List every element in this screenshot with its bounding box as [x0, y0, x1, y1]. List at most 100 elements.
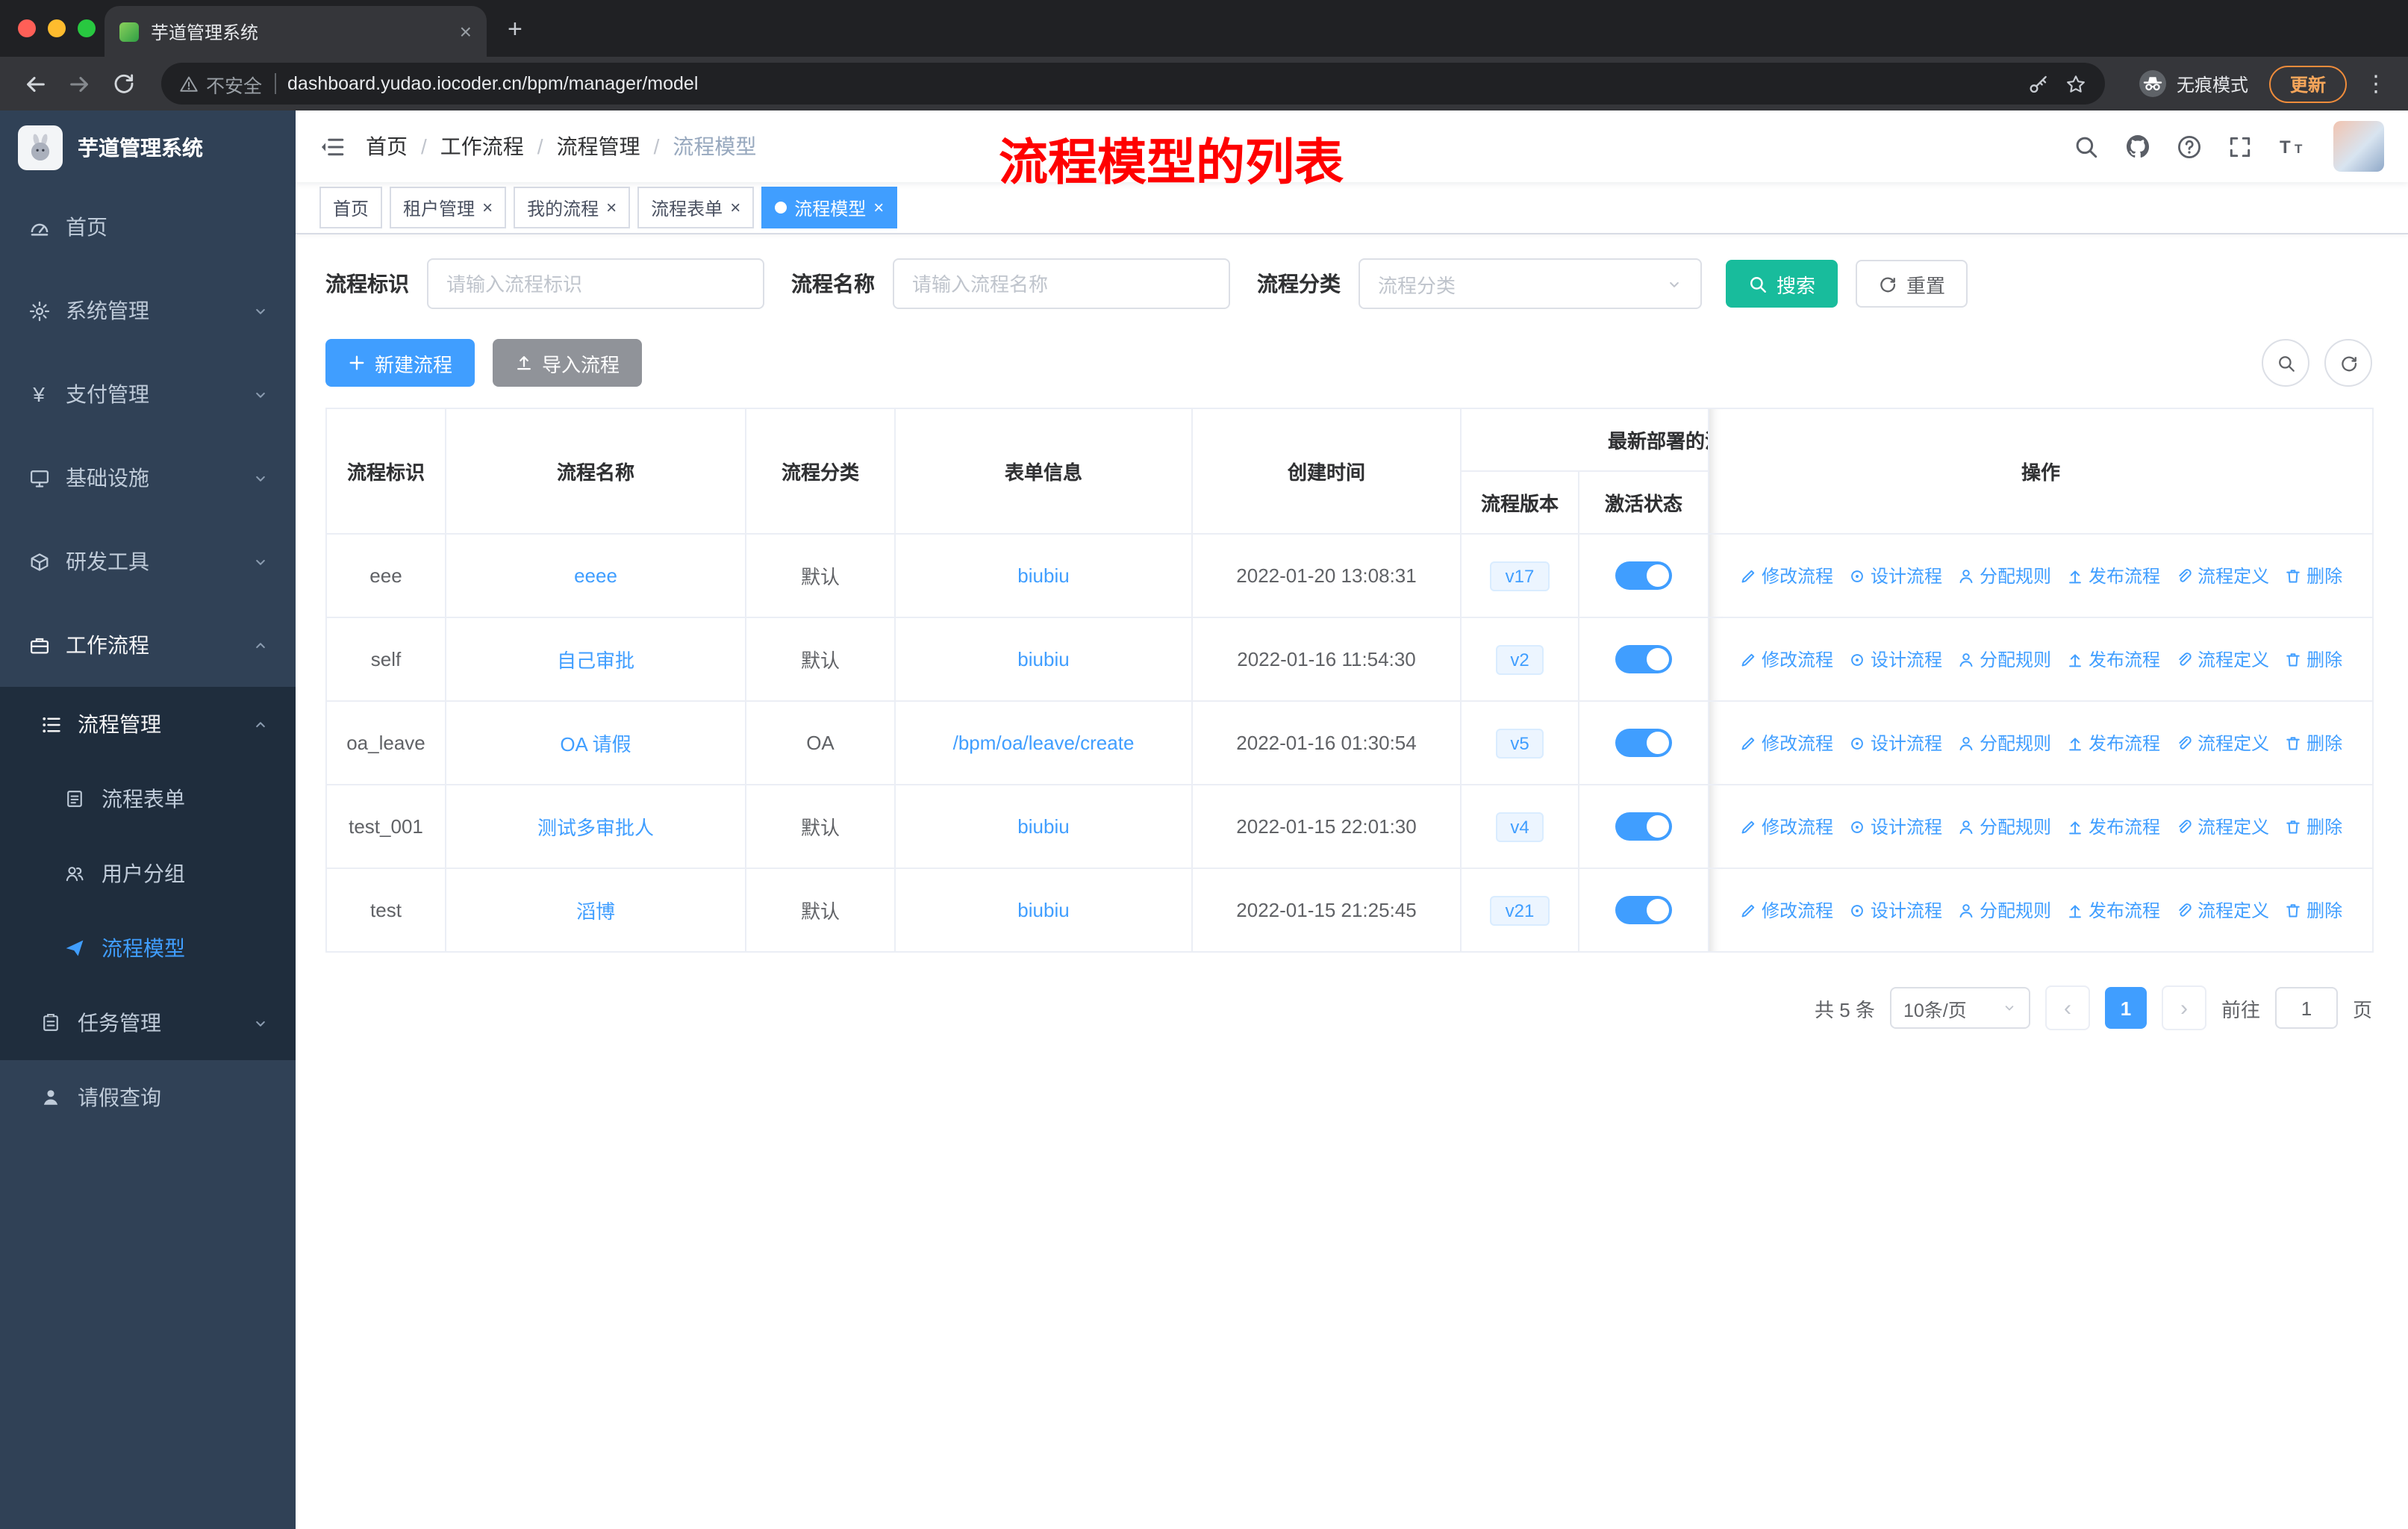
process-key-input[interactable] — [427, 258, 764, 309]
action-delete-link[interactable]: 删除 — [2284, 730, 2342, 756]
browser-menu-icon[interactable]: ⋮ — [2365, 70, 2387, 97]
tag-process-form[interactable]: 流程表单 × — [637, 187, 755, 228]
process-name-input[interactable] — [893, 258, 1230, 309]
sidebar-item-process-form[interactable]: 流程表单 — [0, 762, 296, 836]
action-modify-link[interactable]: 修改流程 — [1739, 730, 1833, 756]
action-publish-link[interactable]: 发布流程 — [2066, 730, 2160, 756]
search-button[interactable]: 搜索 — [1726, 260, 1838, 308]
sidebar-item-devtools[interactable]: 研发工具 — [0, 520, 296, 603]
sidebar-item-process-mgmt[interactable]: 流程管理 — [0, 687, 296, 762]
forward-icon[interactable] — [60, 64, 99, 103]
form-info-link[interactable]: biubiu — [1017, 564, 1069, 587]
action-delete-link[interactable]: 删除 — [2284, 814, 2342, 839]
fullscreen-icon[interactable] — [2227, 134, 2253, 159]
active-toggle[interactable] — [1615, 896, 1672, 924]
security-chip[interactable]: 不安全 — [179, 69, 262, 98]
password-key-icon[interactable] — [2027, 72, 2050, 95]
action-definition-link[interactable]: 流程定义 — [2175, 647, 2269, 672]
action-assign-link[interactable]: 分配规则 — [1957, 563, 2051, 588]
reset-button[interactable]: 重置 — [1856, 260, 1968, 308]
reload-icon[interactable] — [105, 64, 143, 103]
sidebar-item-home[interactable]: 首页 — [0, 185, 296, 269]
form-info-link[interactable]: /bpm/oa/leave/create — [953, 732, 1135, 754]
browser-tab[interactable]: 芋道管理系统 × — [105, 6, 487, 57]
process-category-select[interactable]: 流程分类 — [1359, 258, 1702, 309]
sidebar-item-infrastructure[interactable]: 基础设施 — [0, 436, 296, 520]
github-icon[interactable] — [2124, 133, 2151, 160]
sidebar-item-leave-query[interactable]: 请假查询 — [0, 1060, 296, 1135]
action-assign-link[interactable]: 分配规则 — [1957, 730, 2051, 756]
font-size-icon[interactable]: TT — [2278, 134, 2308, 158]
action-modify-link[interactable]: 修改流程 — [1739, 563, 1833, 588]
action-delete-link[interactable]: 删除 — [2284, 647, 2342, 672]
process-name-link[interactable]: 自己审批 — [557, 650, 634, 672]
form-info-link[interactable]: biubiu — [1017, 815, 1069, 838]
action-modify-link[interactable]: 修改流程 — [1739, 647, 1833, 672]
action-definition-link[interactable]: 流程定义 — [2175, 730, 2269, 756]
minimize-window-button[interactable] — [48, 19, 66, 37]
action-definition-link[interactable]: 流程定义 — [2175, 897, 2269, 923]
goto-page-input[interactable] — [2274, 987, 2338, 1029]
action-modify-link[interactable]: 修改流程 — [1739, 897, 1833, 923]
action-delete-link[interactable]: 删除 — [2284, 897, 2342, 923]
sidebar-item-payment[interactable]: ¥ 支付管理 — [0, 352, 296, 436]
address-bar[interactable]: 不安全 dashboard.yudao.iocoder.cn/bpm/manag… — [161, 63, 2105, 105]
action-design-link[interactable]: 设计流程 — [1848, 730, 1942, 756]
bookmark-star-icon[interactable] — [2065, 72, 2087, 95]
tag-close-icon[interactable]: × — [730, 199, 740, 217]
action-design-link[interactable]: 设计流程 — [1848, 814, 1942, 839]
action-assign-link[interactable]: 分配规则 — [1957, 897, 2051, 923]
new-tab-button[interactable]: + — [508, 15, 523, 45]
active-toggle[interactable] — [1615, 729, 1672, 757]
import-process-button[interactable]: 导入流程 — [493, 339, 643, 387]
tag-close-icon[interactable]: × — [873, 199, 884, 217]
breadcrumb-home[interactable]: 首页 — [366, 131, 408, 161]
action-delete-link[interactable]: 删除 — [2284, 563, 2342, 588]
app-logo[interactable]: 芋道管理系统 — [0, 110, 296, 185]
action-publish-link[interactable]: 发布流程 — [2066, 563, 2160, 588]
process-name-link[interactable]: 测试多审批人 — [537, 817, 654, 839]
sidebar-fold-icon[interactable] — [319, 134, 345, 159]
action-design-link[interactable]: 设计流程 — [1848, 647, 1942, 672]
form-info-link[interactable]: biubiu — [1017, 648, 1069, 670]
action-definition-link[interactable]: 流程定义 — [2175, 563, 2269, 588]
tag-close-icon[interactable]: × — [606, 199, 617, 217]
tab-close-icon[interactable]: × — [460, 21, 472, 42]
tag-home[interactable]: 首页 — [319, 187, 383, 228]
refresh-table-button[interactable] — [2324, 339, 2372, 387]
process-name-link[interactable]: eeee — [574, 564, 617, 587]
sidebar-item-workflow[interactable]: 工作流程 — [0, 603, 296, 687]
process-name-link[interactable]: OA 请假 — [560, 733, 631, 756]
header-search-icon[interactable] — [2074, 134, 2099, 159]
sidebar-item-system[interactable]: 系统管理 — [0, 269, 296, 352]
show-search-button[interactable] — [2262, 339, 2309, 387]
tag-process-model[interactable]: 流程模型 × — [761, 187, 898, 228]
action-design-link[interactable]: 设计流程 — [1848, 563, 1942, 588]
action-definition-link[interactable]: 流程定义 — [2175, 814, 2269, 839]
action-assign-link[interactable]: 分配规则 — [1957, 647, 2051, 672]
sidebar-item-task-mgmt[interactable]: 任务管理 — [0, 985, 296, 1060]
action-publish-link[interactable]: 发布流程 — [2066, 814, 2160, 839]
action-assign-link[interactable]: 分配规则 — [1957, 814, 2051, 839]
tag-my-process[interactable]: 我的流程 × — [514, 187, 631, 228]
action-publish-link[interactable]: 发布流程 — [2066, 897, 2160, 923]
active-toggle[interactable] — [1615, 645, 1672, 673]
sidebar-item-process-model[interactable]: 流程模型 — [0, 911, 296, 985]
page-size-select[interactable]: 10条/页 — [1889, 987, 2030, 1029]
user-avatar[interactable] — [2333, 121, 2384, 172]
form-info-link[interactable]: biubiu — [1017, 899, 1069, 921]
tag-tenant-mgmt[interactable]: 租户管理 × — [390, 187, 507, 228]
next-page-button[interactable]: › — [2161, 985, 2206, 1030]
current-page-button[interactable]: 1 — [2104, 987, 2147, 1029]
breadcrumb-process-mgmt[interactable]: 流程管理 — [557, 131, 640, 161]
prev-page-button[interactable]: ‹ — [2044, 985, 2090, 1030]
back-icon[interactable] — [15, 64, 54, 103]
close-window-button[interactable] — [18, 19, 36, 37]
sidebar-item-user-group[interactable]: 用户分组 — [0, 836, 296, 911]
active-toggle[interactable] — [1615, 812, 1672, 841]
active-toggle[interactable] — [1615, 561, 1672, 590]
create-process-button[interactable]: 新建流程 — [325, 339, 475, 387]
tag-close-icon[interactable]: × — [482, 199, 493, 217]
action-design-link[interactable]: 设计流程 — [1848, 897, 1942, 923]
breadcrumb-workflow[interactable]: 工作流程 — [440, 131, 524, 161]
